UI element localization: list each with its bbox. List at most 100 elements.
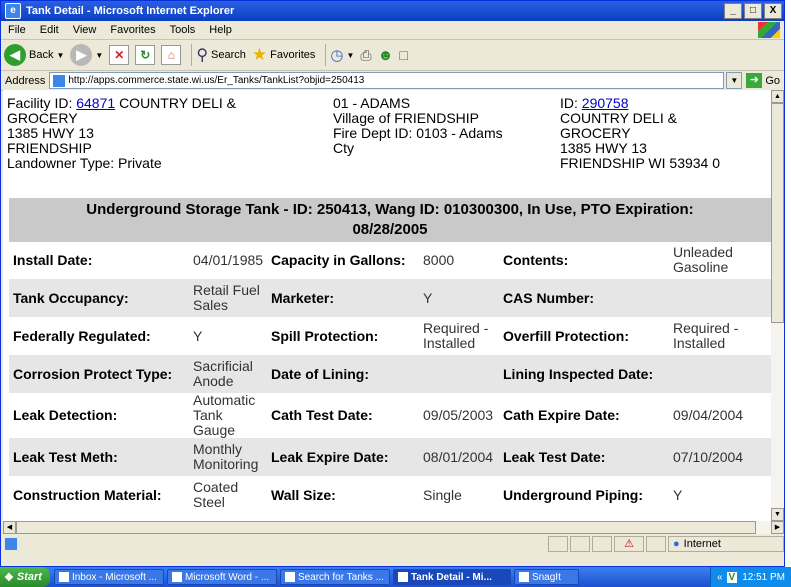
- maximize-button[interactable]: □: [744, 3, 762, 19]
- menu-favorites[interactable]: Favorites: [103, 24, 162, 36]
- go-button[interactable]: ➜ Go: [746, 73, 780, 88]
- chevron-down-icon: ▼: [346, 50, 355, 60]
- go-label: Go: [765, 74, 780, 87]
- scroll-left-button[interactable]: ◀: [3, 521, 16, 534]
- field-label: Cath Expire Date:: [503, 407, 620, 423]
- scroll-thumb-horizontal[interactable]: [16, 521, 756, 534]
- chevron-down-icon: ▼: [730, 76, 739, 85]
- start-button[interactable]: ❖ Start: [0, 567, 50, 587]
- ie-icon: e: [5, 3, 21, 19]
- field-value: [419, 355, 499, 393]
- scroll-right-button[interactable]: ▶: [771, 521, 784, 534]
- back-arrow-icon: ◀: [4, 44, 26, 66]
- horizontal-scrollbar[interactable]: ◀ ▶: [3, 521, 784, 534]
- status-cell: [646, 536, 666, 552]
- forward-button[interactable]: ▶ ▼: [70, 44, 103, 66]
- facility-id-line: Facility ID: 64871 COUNTRY DELI &: [7, 96, 307, 111]
- scroll-down-button[interactable]: ▼: [771, 508, 784, 521]
- refresh-button[interactable]: ↻: [135, 45, 156, 65]
- field-value: 09/04/2004: [673, 407, 744, 423]
- address-dropdown-button[interactable]: ▼: [726, 72, 743, 89]
- table-row: Leak Test Meth: Monthly Monitoring Leak Ex…: [9, 438, 771, 476]
- tray-app-icon[interactable]: V: [726, 571, 738, 583]
- edit-page-button[interactable]: □: [399, 47, 407, 63]
- system-tray: « V 12:51 PM: [709, 567, 791, 587]
- facility-block: Facility ID: 64871 COUNTRY DELI & GROCER…: [7, 96, 307, 171]
- home-button[interactable]: ⌂: [161, 45, 182, 65]
- task-word[interactable]: Microsoft Word - ...: [166, 569, 277, 585]
- page-status-icon: [5, 538, 17, 550]
- owner-name-2: GROCERY: [560, 125, 631, 141]
- favorites-button[interactable]: ★ Favorites: [252, 45, 316, 65]
- address-input[interactable]: http://apps.commerce.state.wi.us/Er_Tank…: [49, 72, 725, 89]
- toolbar: ◀ Back ▼ ▶ ▼ ✕ ↻ ⌂ ⚲ Search ★ Favorites …: [1, 40, 784, 71]
- messenger-button[interactable]: ☻: [378, 47, 394, 64]
- task-search-tanks[interactable]: Search for Tanks ...: [279, 569, 390, 585]
- menu-tools[interactable]: Tools: [163, 24, 203, 36]
- back-button[interactable]: ◀ Back ▼: [4, 44, 64, 66]
- clock: 12:51 PM: [742, 571, 785, 583]
- field-label: Marketer:: [267, 279, 419, 317]
- search-button[interactable]: ⚲ Search: [196, 45, 246, 65]
- table-row: Install Date: 04/01/1985 Capacity in Gallo…: [9, 241, 771, 279]
- zone-indicator: ● Internet: [668, 536, 784, 552]
- field-value: [669, 279, 771, 317]
- refresh-icon: ↻: [135, 45, 156, 65]
- messenger-icon: ☻: [377, 46, 394, 64]
- vertical-scrollbar[interactable]: ▲ ▼: [771, 90, 784, 521]
- task-tank-detail[interactable]: Tank Detail - Mi...: [392, 569, 511, 585]
- facility-id-link[interactable]: 64871: [76, 95, 115, 111]
- task-inbox[interactable]: Inbox - Microsoft ...: [53, 569, 164, 585]
- task-label: Inbox - Microsoft ...: [71, 571, 157, 583]
- scroll-up-button[interactable]: ▲: [771, 90, 784, 103]
- popup-blocked-icon[interactable]: ⚠: [614, 536, 644, 552]
- tray-expand-icon[interactable]: «: [717, 572, 723, 583]
- field-value: Required - Installed: [673, 320, 739, 351]
- menu-edit[interactable]: Edit: [33, 24, 66, 36]
- home-icon: ⌂: [161, 45, 182, 65]
- field-value: Unleaded Gasoline: [673, 244, 733, 275]
- field-value: Monthly Monitoring: [189, 438, 267, 476]
- address-url: http://apps.commerce.state.wi.us/Er_Tank…: [68, 75, 365, 86]
- forward-arrow-icon: ▶: [70, 44, 93, 66]
- field-label: CAS Number:: [499, 279, 669, 317]
- facility-landowner: Landowner Type: Private: [7, 155, 162, 171]
- field-value: Y: [419, 279, 499, 317]
- field-label: Cath Test Date:: [271, 407, 373, 423]
- search-label: Search: [211, 49, 246, 61]
- close-button[interactable]: X: [764, 3, 782, 19]
- star-icon: ★: [251, 45, 268, 64]
- status-cell: [548, 536, 568, 552]
- menu-view[interactable]: View: [66, 24, 104, 36]
- field-label: Construction Material:: [13, 486, 162, 503]
- print-button[interactable]: ⎙: [360, 47, 371, 64]
- task-snagit[interactable]: SnagIt: [513, 569, 579, 585]
- menu-help[interactable]: Help: [202, 24, 239, 36]
- table-row: Tank Occupancy: Retail Fuel Sales Marketer…: [9, 279, 771, 317]
- favorites-label: Favorites: [270, 49, 316, 61]
- tank-detail-rows: Install Date: 04/01/1985 Capacity in Gallo…: [9, 241, 771, 514]
- facility-county: 01 - ADAMS: [333, 95, 411, 111]
- stop-button[interactable]: ✕: [109, 45, 130, 65]
- ie-icon: [284, 572, 295, 582]
- task-label: Search for Tanks ...: [297, 571, 384, 583]
- toolbar-separator: [191, 44, 193, 66]
- menu-file[interactable]: File: [1, 24, 33, 36]
- owner-city: FRIENDSHIP WI 53934 0: [560, 155, 721, 171]
- address-label: Address: [5, 74, 46, 87]
- title-bar[interactable]: e Tank Detail - Microsoft Internet Explo…: [1, 1, 784, 21]
- task-label: Tank Detail - Mi...: [410, 571, 492, 583]
- scroll-thumb[interactable]: [771, 103, 784, 323]
- go-arrow-icon: ➜: [746, 73, 763, 88]
- tank-banner-line-2: 08/28/2005: [352, 221, 428, 238]
- history-button[interactable]: ◷ ▼: [330, 46, 354, 64]
- owner-id-link[interactable]: 290758: [582, 95, 629, 111]
- task-label: Microsoft Word - ...: [184, 571, 270, 583]
- field-label: Overfill Protection:: [503, 327, 630, 344]
- facility-name-2: GROCERY: [7, 110, 78, 126]
- field-value: Coated Steel: [193, 479, 239, 510]
- field-label: Leak Detection:: [13, 407, 118, 423]
- field-label: Capacity in Gallons:: [271, 251, 406, 268]
- minimize-button[interactable]: _: [724, 3, 742, 19]
- browser-window: e Tank Detail - Microsoft Internet Explo…: [0, 0, 785, 567]
